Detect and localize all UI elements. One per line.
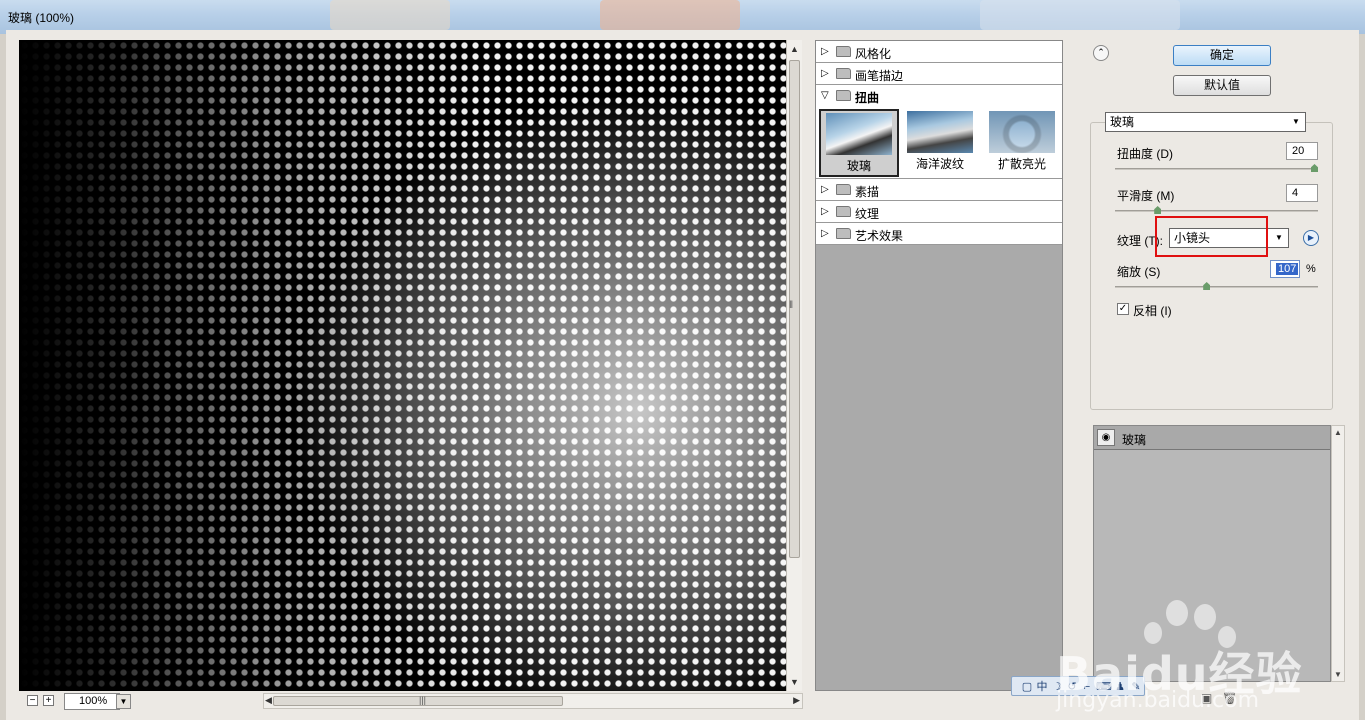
category-label: 素描	[855, 185, 880, 199]
filter-select-value: 玻璃	[1110, 115, 1135, 129]
distortion-label: 扭曲度 (D)	[1117, 147, 1173, 161]
scroll-up-icon[interactable]: ▲	[790, 44, 799, 54]
expand-arrow-icon[interactable]: ▷	[821, 228, 829, 239]
zoom-in-button[interactable]: +	[43, 695, 54, 706]
ok-button[interactable]: 确定	[1173, 45, 1271, 66]
smoothness-slider[interactable]	[1115, 206, 1318, 214]
effect-layer-row[interactable]: ◉ 玻璃	[1094, 426, 1330, 450]
scaling-value: 107	[1276, 263, 1299, 275]
filter-select[interactable]: 玻璃 ▼	[1105, 112, 1306, 132]
selection-tool-icon[interactable]: ▢	[1020, 680, 1034, 694]
delete-effect-layer-icon[interactable]: 🗑	[1222, 691, 1237, 705]
filter-preview-image	[989, 111, 1055, 153]
wrench-tool-icon[interactable]: ✎	[1129, 680, 1143, 694]
category-artistic[interactable]: ▷ 艺术效果	[816, 223, 1062, 245]
floating-tool-palette: ▢ 中 ☽ ↺ ⌐ ⌨ ♟ ✎	[1011, 676, 1145, 696]
invert-checkbox[interactable]: ✓	[1117, 303, 1129, 315]
new-effect-layer-icon[interactable]: ▣	[1201, 691, 1215, 705]
category-sketch[interactable]: ▷ 素描	[816, 179, 1062, 201]
filter-thumb-ocean-ripple[interactable]: 海洋波纹	[900, 109, 980, 177]
category-label: 艺术效果	[855, 229, 904, 243]
chevron-down-icon: ▼	[1292, 117, 1300, 126]
filter-category-tree: ▷ 风格化 ▷ 画笔描边 ▽ 扭曲 玻璃 海洋波纹 扩散亮光 ▷ 素描 ▷ 纹理…	[815, 40, 1063, 691]
folder-icon	[836, 46, 851, 57]
scrollbar-thumb[interactable]: |||	[273, 695, 563, 706]
category-brush-strokes[interactable]: ▷ 画笔描边	[816, 63, 1062, 85]
scaling-slider[interactable]	[1115, 282, 1318, 290]
panel-splitter-grip[interactable]: ‖	[789, 300, 793, 311]
title-bar-decoration	[980, 0, 1180, 30]
category-label: 风格化	[855, 47, 892, 61]
scroll-left-icon[interactable]: ◀	[265, 695, 272, 706]
preview-image-shading	[19, 40, 786, 691]
invert-label: 反相 (I)	[1133, 304, 1172, 318]
scroll-down-icon[interactable]: ▼	[1334, 670, 1342, 679]
filter-thumb-label: 海洋波纹	[915, 157, 964, 171]
person-tool-icon[interactable]: ♟	[1113, 680, 1127, 694]
collapse-gallery-icon[interactable]: ⌃	[1093, 45, 1109, 61]
refresh-tool-icon[interactable]: ↺	[1065, 680, 1079, 694]
highlight-annotation-box	[1155, 216, 1268, 257]
expand-arrow-icon[interactable]: ▷	[821, 46, 829, 57]
filter-gallery-dialog: ▲ ▼ ‖ − + 100% ▼ ◀ ||| ▶ ▷ 风格化 ▷ 画笔描边 ▽	[6, 30, 1359, 720]
filter-thumb-diffuse-glow[interactable]: 扩散亮光	[982, 109, 1062, 177]
chevron-down-icon: ▼	[1275, 233, 1283, 242]
pointer-tool-icon[interactable]: ⌐	[1080, 680, 1094, 694]
filter-thumb-label: 扩散亮光	[997, 157, 1046, 171]
folder-icon	[836, 228, 851, 239]
distortion-input[interactable]: 20	[1286, 142, 1318, 160]
category-label: 扭曲	[855, 91, 880, 105]
collapse-arrow-icon[interactable]: ▽	[821, 90, 829, 101]
keyboard-tool-icon[interactable]: ⌨	[1096, 680, 1112, 694]
title-bar-decoration	[600, 0, 740, 30]
distort-filter-thumbnails: 玻璃 海洋波纹 扩散亮光	[816, 107, 1062, 179]
distortion-slider[interactable]	[1115, 164, 1318, 172]
window-title: 玻璃 (100%)	[8, 11, 75, 25]
open-folder-icon	[836, 90, 851, 101]
folder-icon	[836, 68, 851, 79]
filter-preview-image	[826, 113, 892, 155]
category-label: 画笔描边	[855, 69, 904, 83]
zoom-out-button[interactable]: −	[27, 695, 38, 706]
category-texture[interactable]: ▷ 纹理	[816, 201, 1062, 223]
folder-icon	[836, 184, 851, 195]
scaling-label: 缩放 (S)	[1117, 265, 1161, 279]
folder-icon	[836, 206, 851, 217]
smoothness-label: 平滑度 (M)	[1117, 189, 1175, 203]
effect-layer-name: 玻璃	[1122, 433, 1147, 447]
layers-scrollbar[interactable]: ▲ ▼	[1331, 425, 1345, 682]
moon-tool-icon[interactable]: ☽	[1050, 680, 1064, 694]
filter-thumb-glass[interactable]: 玻璃	[819, 109, 899, 177]
preview-vertical-scrollbar[interactable]: ▲ ▼	[786, 40, 802, 691]
preview-canvas[interactable]	[19, 40, 786, 691]
expand-arrow-icon[interactable]: ▷	[821, 68, 829, 79]
zoom-level-field[interactable]: 100%	[64, 693, 120, 710]
category-label: 纹理	[855, 207, 880, 221]
smoothness-input[interactable]: 4	[1286, 184, 1318, 202]
title-bar-decoration	[330, 0, 450, 30]
default-button[interactable]: 默认值	[1173, 75, 1271, 96]
effect-layers-panel: ◉ 玻璃	[1093, 425, 1331, 682]
preview-bottom-bar: − + 100% ▼ ◀ ||| ▶	[19, 691, 803, 711]
title-bar: 玻璃 (100%)	[0, 0, 1365, 34]
scroll-down-icon[interactable]: ▼	[790, 677, 799, 687]
scroll-right-icon[interactable]: ▶	[793, 695, 800, 706]
filter-thumb-label: 玻璃	[846, 159, 871, 173]
category-distort[interactable]: ▽ 扭曲	[816, 85, 1062, 107]
scaling-input[interactable]: 107	[1270, 260, 1300, 278]
scroll-up-icon[interactable]: ▲	[1334, 428, 1342, 437]
category-stylize[interactable]: ▷ 风格化	[816, 41, 1062, 63]
load-texture-icon[interactable]: ▶	[1303, 230, 1319, 246]
scaling-unit: %	[1306, 263, 1316, 275]
expand-arrow-icon[interactable]: ▷	[821, 184, 829, 195]
filter-preview-image	[907, 111, 973, 153]
eye-icon[interactable]: ◉	[1097, 429, 1115, 446]
zoom-dropdown-icon[interactable]: ▼	[116, 694, 131, 709]
scrollbar-grip-icon: |||	[419, 695, 427, 705]
preview-horizontal-scrollbar[interactable]: ◀ ||| ▶	[263, 693, 803, 709]
crop-tool-icon[interactable]: 中	[1035, 680, 1049, 694]
expand-arrow-icon[interactable]: ▷	[821, 206, 829, 217]
